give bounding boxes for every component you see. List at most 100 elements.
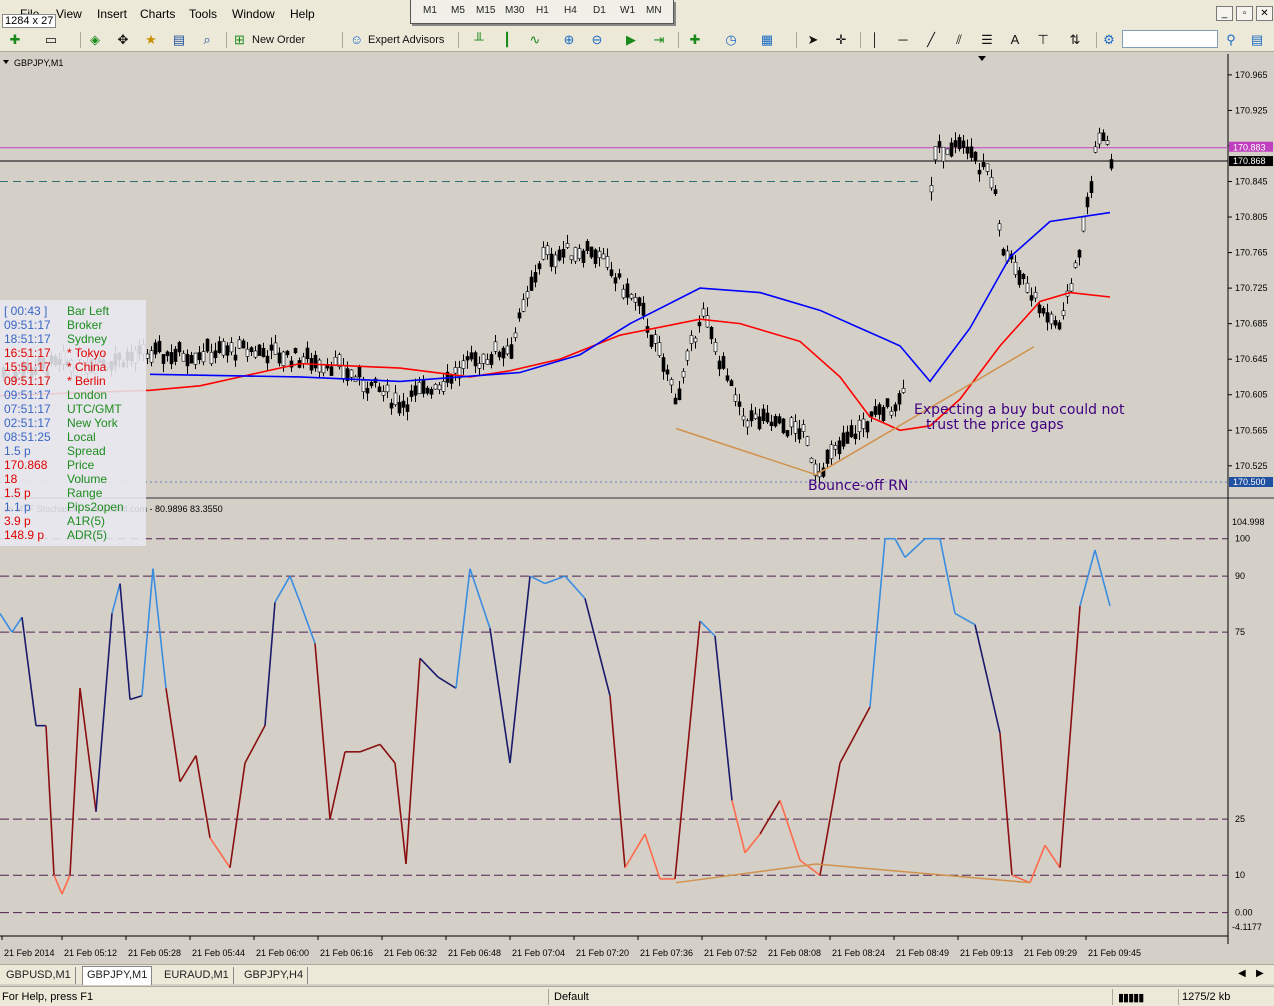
- trendline-icon[interactable]: ╱: [922, 31, 940, 49]
- candle-body: [277, 352, 282, 364]
- zoom-in-icon[interactable]: ⊕: [560, 31, 578, 49]
- tab-gbpjpy-h4[interactable]: GBPJPY,H4: [240, 967, 309, 984]
- info-row: 170.868 Price: [4, 458, 144, 472]
- restore-icon[interactable]: ▫: [1236, 6, 1253, 21]
- search-icon[interactable]: ⚲: [1222, 31, 1240, 49]
- new-chart-icon[interactable]: ✚: [6, 31, 24, 49]
- menu-view[interactable]: View: [56, 7, 82, 21]
- text-label-icon[interactable]: ⊤: [1034, 31, 1052, 49]
- chart-shift-icon[interactable]: ⇥: [650, 31, 668, 49]
- crosshair-icon[interactable]: ✛: [832, 31, 850, 49]
- candle-body: [769, 421, 774, 427]
- menu-insert[interactable]: Insert: [97, 7, 127, 21]
- info-label: Sydney: [67, 332, 108, 346]
- menu-tools[interactable]: Tools: [189, 7, 217, 21]
- templates-icon[interactable]: ▦: [758, 31, 776, 49]
- candle-body: [569, 255, 574, 260]
- timeframe-m30[interactable]: M30: [505, 5, 524, 16]
- terminal-icon[interactable]: ▤: [170, 31, 188, 49]
- info-label: UTC/GMT: [67, 402, 122, 416]
- candle-body: [717, 360, 722, 370]
- tab-gbpjpy-m1[interactable]: GBPJPY,M1: [82, 966, 153, 985]
- candle-body: [517, 312, 522, 319]
- candle-body: [757, 416, 762, 430]
- tab-euraud-m1[interactable]: EURAUD,M1: [160, 967, 234, 984]
- new-order-button[interactable]: ⊞ New Order: [232, 31, 305, 49]
- candlestick-icon[interactable]: ┃: [498, 31, 516, 49]
- auto-scroll-icon[interactable]: ▶: [622, 31, 640, 49]
- line-chart-icon[interactable]: ∿: [526, 31, 544, 49]
- arrows-icon[interactable]: ⇅: [1066, 31, 1084, 49]
- candle-body: [589, 246, 594, 258]
- timeframe-m1[interactable]: M1: [423, 5, 437, 16]
- candle-body: [597, 250, 602, 259]
- tab-scroll-left-icon[interactable]: ◀: [1238, 968, 1246, 979]
- indicators-icon[interactable]: ✚: [686, 31, 704, 49]
- fibonacci-icon[interactable]: ☰: [978, 31, 996, 49]
- menu-help[interactable]: Help: [290, 7, 315, 21]
- menu-window[interactable]: Window: [232, 7, 275, 21]
- candle-body: [541, 247, 546, 260]
- profiles-icon[interactable]: ▭: [42, 31, 60, 49]
- time-tick-label: 21 Feb 06:16: [320, 948, 373, 958]
- candle-body: [333, 356, 338, 366]
- data-window-icon[interactable]: ✥: [114, 31, 132, 49]
- horizontal-line-icon[interactable]: ─: [894, 31, 912, 49]
- bid-price-label: 170.868: [1233, 156, 1266, 166]
- cursor-icon[interactable]: ➤: [804, 31, 822, 49]
- channel-icon[interactable]: ⫽: [950, 31, 968, 49]
- close-icon[interactable]: ✕: [1256, 6, 1273, 21]
- candle-body: [873, 406, 878, 415]
- candle-body: [629, 294, 634, 299]
- chart-canvas[interactable]: GBPJPY,M1170.965170.925170.885170.845170…: [0, 54, 1274, 962]
- options-gear-icon[interactable]: ⚙: [1100, 31, 1118, 49]
- tab-scroll-right-icon[interactable]: ▶: [1256, 968, 1264, 979]
- chart-window[interactable]: GBPJPY,M1170.965170.925170.885170.845170…: [0, 54, 1274, 962]
- time-tick-label: 21 Feb 05:44: [192, 948, 245, 958]
- candle-body: [753, 413, 758, 420]
- candle-body: [1057, 322, 1062, 330]
- timeframe-m15[interactable]: M15: [476, 5, 495, 16]
- candle-body: [729, 380, 734, 387]
- candle-body: [209, 351, 214, 364]
- time-tick-label: 21 Feb 07:04: [512, 948, 565, 958]
- timeframe-mn[interactable]: MN: [646, 5, 662, 16]
- text-tool-icon[interactable]: A: [1006, 31, 1024, 49]
- vertical-line-icon[interactable]: │: [866, 31, 884, 49]
- strategy-tester-icon[interactable]: ⌕: [198, 31, 216, 49]
- navigator-icon[interactable]: ★: [142, 31, 160, 49]
- bar-chart-icon[interactable]: ╨: [470, 31, 488, 49]
- stoch-level-label: 75: [1235, 627, 1245, 637]
- expert-advisors-button[interactable]: ☺ Expert Advisors: [348, 31, 444, 49]
- candle-body: [869, 411, 874, 417]
- timeframe-h1[interactable]: H1: [536, 5, 549, 16]
- candle-body: [425, 387, 430, 394]
- candle-body: [317, 359, 322, 373]
- candle-body: [737, 401, 742, 407]
- help-icon[interactable]: ▤: [1248, 31, 1266, 49]
- market-watch-icon[interactable]: ◈: [86, 31, 104, 49]
- candle-body: [409, 390, 414, 397]
- timeframe-h4[interactable]: H4: [564, 5, 577, 16]
- candle-body: [865, 421, 870, 433]
- timeframe-d1[interactable]: D1: [593, 5, 606, 16]
- tab-gbpusd-m1[interactable]: GBPUSD,M1: [2, 967, 76, 984]
- time-tick-label: 21 Feb 06:48: [448, 948, 501, 958]
- timeframe-w1[interactable]: W1: [620, 5, 635, 16]
- candle-body: [229, 342, 234, 353]
- price-tick-label: 170.725: [1235, 283, 1268, 293]
- timeframe-m5[interactable]: M5: [451, 5, 465, 16]
- price-tick-label: 170.765: [1235, 248, 1268, 258]
- info-label: * Berlin: [67, 374, 106, 388]
- candle-body: [725, 375, 730, 381]
- search-input[interactable]: [1122, 30, 1218, 48]
- menu-charts[interactable]: Charts: [140, 7, 175, 21]
- candle-body: [577, 248, 582, 259]
- candle-body: [1013, 261, 1018, 275]
- periods-icon[interactable]: ◷: [722, 31, 740, 49]
- candle-body: [941, 146, 946, 162]
- minimize-icon[interactable]: _: [1216, 6, 1233, 21]
- candle-body: [553, 254, 558, 268]
- candle-body: [641, 302, 646, 316]
- zoom-out-icon[interactable]: ⊖: [588, 31, 606, 49]
